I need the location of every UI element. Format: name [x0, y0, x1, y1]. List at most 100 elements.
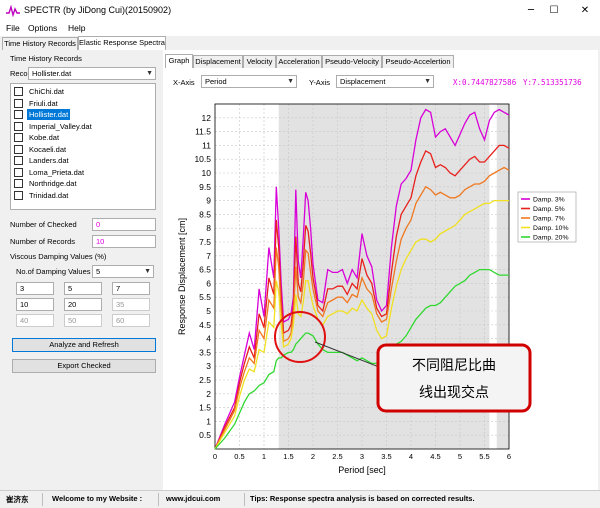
record-name: ChiChi.dat	[29, 87, 65, 96]
damping-value-1[interactable]: 3	[16, 282, 54, 295]
record-checkbox[interactable]	[14, 133, 23, 142]
menu-bar: File Options Help	[0, 22, 600, 36]
y-coordinate-readout: Y:7.513351736	[523, 78, 582, 87]
tab-pseudo-acceleration[interactable]: Pseudo-Accelertion	[382, 55, 454, 68]
y-tick-label: 3	[206, 361, 211, 371]
tab-graph[interactable]: Graph	[165, 54, 193, 68]
chevron-down-icon: ▼	[287, 78, 294, 85]
x-tick-label: 5.5	[479, 452, 489, 461]
y-tick-label: 9	[206, 196, 211, 206]
shaded-region	[278, 104, 490, 449]
tab-velocity[interactable]: Velocity	[243, 55, 276, 68]
y-tick-label: 4	[206, 334, 211, 344]
shaded-region	[496, 104, 509, 449]
number-of-records-field[interactable]: 10	[92, 235, 156, 248]
num-damping-label: No.of Damping Values	[16, 267, 91, 276]
status-welcome: Welcome to my Website :	[52, 494, 143, 503]
status-separator	[158, 493, 159, 506]
y-tick-label: 7	[206, 251, 211, 261]
status-website[interactable]: www.jdcui.com	[166, 494, 220, 503]
status-separator	[244, 493, 245, 506]
damping-value-4[interactable]: 10	[16, 298, 54, 311]
list-item[interactable]: Loma_Prieta.dat	[13, 167, 151, 178]
number-of-checked-field[interactable]: 0	[92, 218, 156, 231]
x-tick-label: 4	[409, 452, 413, 461]
record-select-value: Hollister.dat	[32, 69, 72, 78]
record-name: Landers.dat	[29, 156, 69, 165]
time-history-group-title: Time History Records	[10, 54, 82, 63]
y-tick-label: 12	[202, 113, 212, 123]
record-checkbox[interactable]	[14, 156, 23, 165]
list-item[interactable]: Imperial_Valley.dat	[13, 121, 151, 132]
number-of-checked-label: Number of Checked	[10, 220, 77, 229]
tab-elastic-response-spectra[interactable]: Elastic Response Spectra	[78, 36, 166, 50]
legend-entry: Damp. 7%	[533, 216, 565, 223]
export-checked-button[interactable]: Export Checked	[12, 359, 156, 373]
y-tick-label: 8.5	[199, 209, 211, 219]
x-axis-title: Period [sec]	[338, 465, 386, 475]
status-separator	[42, 493, 43, 506]
close-button[interactable]: ✕	[562, 0, 600, 22]
analyze-and-refresh-button[interactable]: Analyze and Refresh	[12, 338, 156, 352]
y-tick-label: 4.5	[199, 320, 211, 330]
x-axis-label: X-Axis	[173, 78, 195, 87]
record-checkbox[interactable]	[14, 190, 23, 200]
damping-value-8: 50	[64, 314, 102, 327]
list-item[interactable]: Landers.dat	[13, 155, 151, 166]
y-axis-title: Response Displacement [cm]	[177, 218, 187, 335]
damping-value-9: 60	[112, 314, 150, 327]
list-item[interactable]: Hollister.dat	[13, 109, 151, 120]
record-checkbox[interactable]	[14, 167, 23, 177]
status-tips: Tips: Response spectra analysis is based…	[250, 494, 475, 503]
num-damping-select[interactable]: 5 ▼	[92, 265, 154, 278]
record-checkbox[interactable]	[14, 87, 23, 96]
x-axis-select[interactable]: Period ▼	[201, 75, 297, 88]
tab-time-history-records[interactable]: Time History Records	[2, 37, 78, 50]
record-checkbox[interactable]	[14, 179, 23, 188]
record-name: Loma_Prieta.dat	[29, 167, 85, 177]
menu-file[interactable]: File	[6, 23, 20, 33]
x-tick-label: 2.5	[332, 452, 342, 461]
record-name: Kobe.dat	[29, 133, 60, 142]
menu-help[interactable]: Help	[68, 23, 85, 33]
legend-entry: Damp. 3%	[533, 197, 565, 204]
x-tick-label: 1	[262, 452, 266, 461]
menu-options[interactable]: Options	[28, 23, 57, 33]
tab-displacement[interactable]: Displacement	[193, 55, 243, 68]
tab-acceleration[interactable]: Acceleration	[276, 55, 322, 68]
y-axis-select-value: Displacement	[340, 77, 386, 86]
y-tick-label: 11	[202, 140, 211, 150]
y-axis-select[interactable]: Displacement ▼	[336, 75, 434, 88]
record-name: Friuli.dat	[29, 98, 58, 108]
response-spectrum-chart[interactable]: 0 0.5 1 1.5 2 2.5 3 3.5 4 4.5 5 5.5 60.511.522.533.5…	[163, 92, 598, 490]
y-tick-label: 7.5	[199, 237, 211, 247]
record-checkbox[interactable]	[14, 98, 23, 108]
x-tick-label: 3.5	[381, 452, 391, 461]
list-item[interactable]: Trinidad.dat	[13, 190, 151, 201]
chevron-down-icon: ▼	[424, 78, 431, 85]
record-checkbox[interactable]	[14, 144, 23, 154]
list-item[interactable]: Friuli.dat	[13, 98, 151, 109]
list-item[interactable]: ChiChi.dat	[13, 86, 151, 97]
record-checkbox[interactable]	[14, 121, 23, 131]
y-tick-label: 2.5	[199, 375, 211, 385]
y-tick-label: 11.5	[195, 127, 211, 137]
damping-value-2[interactable]: 5	[64, 282, 102, 295]
y-tick-label: 0.5	[199, 430, 211, 440]
damping-value-3[interactable]: 7	[112, 282, 150, 295]
x-tick-label: 3	[360, 452, 364, 461]
list-item[interactable]: Kocaeli.dat	[13, 144, 151, 155]
records-listbox[interactable]: ChiChi.dat Friuli.dat Hollister.dat Imperia…	[10, 83, 156, 210]
tab-pseudo-velocity[interactable]: Pseudo-Velocity	[322, 55, 382, 68]
x-coordinate-readout: X:0.7447827586	[453, 78, 517, 87]
list-item[interactable]: Northridge.dat	[13, 178, 151, 189]
title-bar: SPECTR (by JiDong Cui)(20150902) ─ ☐ ✕	[0, 0, 600, 22]
y-tick-label: 5.5	[199, 292, 211, 302]
y-tick-label: 8	[206, 223, 211, 233]
record-select[interactable]: Hollister.dat ▼	[28, 67, 156, 80]
right-panel: Graph Displacement Velocity Acceleration…	[163, 50, 598, 490]
list-item[interactable]: Kobe.dat	[13, 132, 151, 143]
record-checkbox[interactable]	[14, 110, 23, 119]
chevron-down-icon: ▼	[146, 70, 153, 77]
damping-value-5[interactable]: 20	[64, 298, 102, 311]
